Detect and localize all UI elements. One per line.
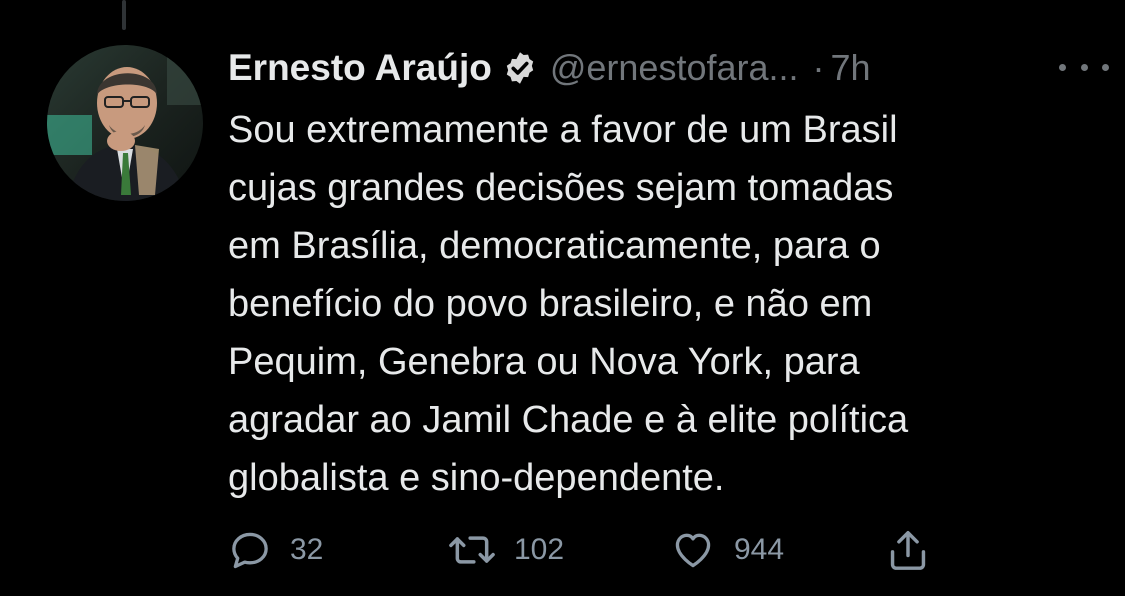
share-button[interactable] [888,520,928,580]
tweet-text-line: Pequim, Genebra ou Nova York, para [228,341,860,383]
more-dot [1059,63,1066,71]
author-display-name[interactable]: Ernesto Araújo [228,47,492,89]
thread-connector-line [122,0,126,30]
tweet-timestamp[interactable]: 7h [831,47,871,89]
more-dot [1102,63,1109,71]
tweet-text-line: benefício do povo brasileiro, e não em [228,283,873,325]
avatar[interactable] [47,45,203,201]
like-icon [675,533,711,568]
share-icon [890,530,926,570]
more-dot [1080,63,1088,71]
tweet-text-line: cujas grandes decisões sejam tomadas [228,167,894,209]
time-separator: · [812,47,825,88]
profile-photo-image [47,45,203,201]
retweet-count: 102 [514,533,565,566]
tweet-text-line: agradar ao Jamil Chade e à elite polític… [228,399,909,441]
tweet-header: Ernesto Araújo @ernestofara... · 7h [228,40,1085,96]
reply-button[interactable]: 32 [228,520,323,580]
tweet-text-line: em Brasília, democraticamente, para o [228,225,881,267]
like-button[interactable]: 944 [670,520,784,580]
tweet-text: Sou extremamente a favor de um Brasil cu… [228,101,1088,507]
tweet-text-line: globalista e sino-dependente. [228,457,725,499]
retweet-button[interactable]: 102 [448,520,564,580]
author-handle[interactable]: @ernestofara... [550,47,799,89]
like-count: 944 [734,533,785,566]
tweet-text-line: Sou extremamente a favor de um Brasil [228,109,898,151]
retweet-icon [449,536,495,564]
reply-count: 32 [290,533,324,566]
reply-icon [232,532,268,569]
more-options-icon[interactable] [1059,52,1109,82]
verified-badge-icon [506,52,534,84]
